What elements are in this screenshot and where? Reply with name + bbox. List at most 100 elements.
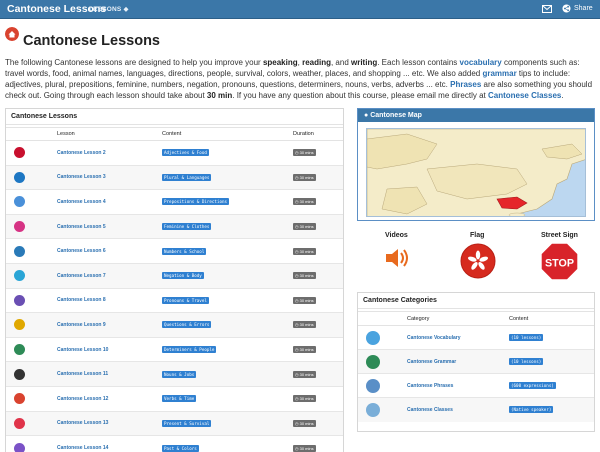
table-row[interactable]: Cantonese Lesson 10 Determiners & People ◷… [6,336,343,362]
content-tag: Feminine & Clothes [162,223,212,231]
categories-heading: Cantonese Categories [358,293,594,309]
table-row[interactable]: Cantonese Lesson 4 Prepositions & Directi… [6,189,343,215]
lesson-link[interactable]: Cantonese Lesson 2 [57,150,106,156]
categories-table: Category Content Cantonese Vocabulary (10… [358,311,594,422]
calendar-icon [14,393,25,405]
lesson-link[interactable]: Cantonese Lesson 8 [57,297,106,303]
content-tag: Pronouns & Travel [162,296,209,304]
page-title: Cantonese Lessons [23,33,160,49]
table-row[interactable]: Cantonese Lesson 3 Plural & Languages ◷ 30… [6,164,343,190]
street-sign-label: Street Sign [541,232,578,239]
map-pin-icon: ● [364,112,369,119]
hong-kong-flag-icon[interactable] [460,243,496,279]
mail-icon[interactable] [542,4,552,14]
clock-icon: ◷ [295,371,299,377]
duration-badge: ◷ 30 mins [293,321,316,329]
classes-link[interactable]: Cantonese Classes [488,91,561,100]
globe-icon [14,171,25,183]
content-tag: Plural & Languages [162,173,212,181]
china-map[interactable] [366,128,586,217]
clock-icon: ◷ [295,396,299,402]
category-content-tag: (Native speaker) [509,406,554,414]
table-row[interactable]: Cantonese Lesson 2 Adjectives & Food ◷ 30 … [6,140,343,166]
school-icon [14,245,25,257]
table-row[interactable]: Cantonese Lesson 8 Pronouns & Travel ◷ 30 … [6,287,343,313]
duration-badge: ◷ 30 mins [293,419,316,427]
lessons-logo-icon [5,27,19,41]
column-content: Content [506,311,594,326]
table-row[interactable]: Cantonese Classes (Native speaker) [358,397,594,422]
category-link[interactable]: Cantonese Vocabulary [407,335,461,341]
lesson-link[interactable]: Cantonese Lesson 7 [57,273,106,279]
phrases-icon [366,378,380,393]
duration-badge: ◷ 30 mins [293,247,316,255]
top-navbar: Cantonese Lessons LESSONS ◆ Share [0,0,600,19]
clock-icon: ◷ [295,347,299,353]
speaker-icon[interactable] [383,244,411,272]
clock-icon: ◷ [295,445,299,451]
people-icon [14,344,25,356]
content-tag: Past & Colors [162,444,199,452]
category-content-tag: (600 expressions) [509,382,556,389]
signpost-icon [14,196,25,208]
table-row[interactable]: Cantonese Lesson 5 Feminine & Clothes ◷ 30… [6,213,343,239]
table-row[interactable]: Cantonese Vocabulary (10 lessons) [358,325,594,350]
lessons-menu[interactable]: LESSONS ◆ [89,5,129,13]
vocabulary-link[interactable]: vocabulary [460,58,502,67]
lesson-link[interactable]: Cantonese Lesson 4 [57,199,106,205]
share-label: Share [574,5,593,12]
lesson-link[interactable]: Cantonese Lesson 14 [57,445,108,451]
duration-badge: ◷ 30 mins [293,395,316,403]
map-panel: ● Cantonese Map [357,108,595,221]
table-row[interactable]: Cantonese Lesson 12 Verbs & Time ◷ 30 mins [6,385,343,412]
category-link[interactable]: Cantonese Classes [407,407,453,413]
content-tag: Verbs & Time [162,395,197,403]
heart-icon [14,417,25,429]
duration-badge: ◷ 30 mins [293,272,316,280]
classes-icon [366,402,380,417]
clock-icon: ◷ [295,273,299,279]
lesson-link[interactable]: Cantonese Lesson 13 [57,420,108,426]
chat-icon [14,319,25,331]
travel-icon [14,294,25,306]
lesson-link[interactable]: Cantonese Lesson 3 [57,174,106,180]
lessons-heading: Cantonese Lessons [6,109,343,125]
stop-sign-icon[interactable]: STOP [540,242,579,281]
lesson-link[interactable]: Cantonese Lesson 5 [57,224,106,230]
table-row[interactable]: Cantonese Lesson 14 Past & Colors ◷ 30 min… [6,435,343,452]
categories-panel: Cantonese Categories Category Content Ca… [357,292,595,432]
flag-label: Flag [470,232,485,239]
grammar-icon [366,354,380,369]
content-tag: Adjectives & Food [162,149,209,157]
column-duration: Duration [290,127,343,141]
category-link[interactable]: Cantonese Grammar [407,359,456,365]
clock-icon: ◷ [295,224,299,230]
content-tag: Nouns & Jobs [162,370,197,378]
table-row[interactable]: Cantonese Lesson 6 Numbers & School ◷ 30 m… [6,238,343,264]
vocabulary-icon [366,330,380,345]
table-row[interactable]: Cantonese Phrases (600 expressions) [358,373,594,398]
grammar-link[interactable]: grammar [482,69,516,78]
table-row[interactable]: Cantonese Grammar (10 lessons) [358,349,594,374]
duration-badge: ◷ 30 mins [293,370,316,378]
clock-icon: ◷ [295,248,299,254]
lesson-link[interactable]: Cantonese Lesson 12 [57,396,108,402]
table-row[interactable]: Cantonese Lesson 13 Present & Survival ◷ 3… [6,410,343,436]
duration-badge: ◷ 30 mins [293,296,316,304]
phrases-link[interactable]: Phrases [450,80,481,89]
table-row[interactable]: Cantonese Lesson 11 Nouns & Jobs ◷ 30 mins [6,361,343,387]
category-content-tag: (10 lessons) [509,334,544,341]
duration-badge: ◷ 30 mins [293,149,316,157]
lesson-link[interactable]: Cantonese Lesson 10 [57,347,108,353]
cherries-icon [14,147,25,159]
lessons-table: Lesson Content Duration Cantonese Lesson… [6,127,343,452]
lesson-link[interactable]: Cantonese Lesson 9 [57,322,106,328]
share-button[interactable]: Share [562,4,593,13]
content-tag: Questions & Errors [162,321,212,329]
category-link[interactable]: Cantonese Phrases [407,383,453,389]
table-row[interactable]: Cantonese Lesson 9 Questions & Errors ◷ 30… [6,312,343,338]
table-row[interactable]: Cantonese Lesson 7 Negation & Body ◷ 30 mi… [6,262,343,289]
column-icon [6,127,54,141]
lesson-link[interactable]: Cantonese Lesson 6 [57,248,106,254]
lesson-link[interactable]: Cantonese Lesson 11 [57,371,108,377]
